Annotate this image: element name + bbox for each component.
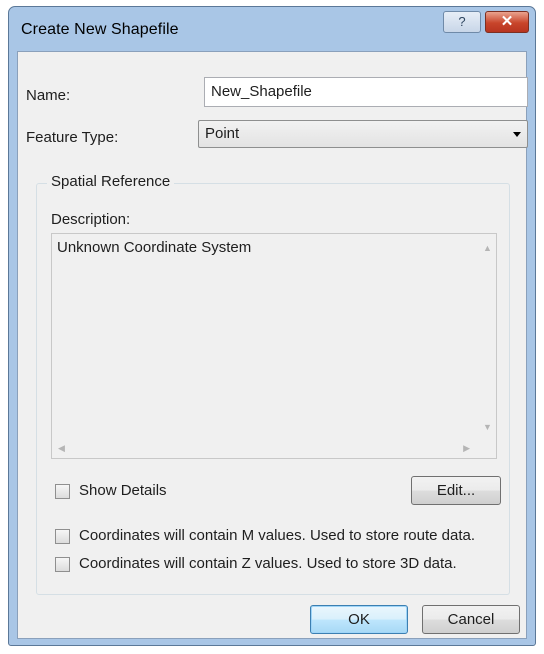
help-button[interactable]: ? bbox=[443, 11, 481, 33]
feature-type-select[interactable]: Point bbox=[198, 120, 528, 148]
spatial-reference-group-label: Spatial Reference bbox=[47, 173, 175, 190]
arrow-down-icon[interactable]: ▼ bbox=[483, 423, 492, 432]
vertical-scrollbar[interactable]: ▲ ▼ bbox=[476, 234, 496, 438]
z-values-checkbox[interactable] bbox=[55, 557, 70, 572]
spatial-reference-group: Spatial Reference Description: Unknown C… bbox=[36, 173, 510, 595]
chevron-down-icon bbox=[513, 132, 521, 137]
title-bar[interactable]: Create New Shapefile ? ✕ bbox=[9, 7, 535, 51]
z-values-label[interactable]: Coordinates will contain Z values. Used … bbox=[79, 555, 457, 572]
arrow-up-icon[interactable]: ▲ bbox=[483, 244, 492, 253]
m-values-checkbox[interactable] bbox=[55, 529, 70, 544]
help-icon: ? bbox=[458, 14, 466, 29]
feature-type-value: Point bbox=[205, 125, 240, 142]
m-values-label[interactable]: Coordinates will contain M values. Used … bbox=[79, 527, 475, 544]
show-details-checkbox[interactable] bbox=[55, 484, 70, 499]
cancel-button[interactable]: Cancel bbox=[422, 605, 520, 634]
edit-button[interactable]: Edit... bbox=[411, 476, 501, 505]
arrow-left-icon[interactable]: ◀ bbox=[58, 444, 65, 453]
close-icon: ✕ bbox=[500, 13, 514, 30]
name-label: Name: bbox=[26, 87, 71, 104]
horizontal-scrollbar[interactable]: ◀ ▶ bbox=[52, 438, 476, 458]
description-label: Description: bbox=[51, 211, 131, 228]
feature-type-label: Feature Type: bbox=[26, 129, 119, 146]
arrow-right-icon[interactable]: ▶ bbox=[463, 444, 470, 453]
description-text: Unknown Coordinate System bbox=[57, 239, 252, 256]
ok-button[interactable]: OK bbox=[310, 605, 408, 634]
dialog-body: Name: New_Shapefile Feature Type: Point … bbox=[17, 51, 528, 639]
close-button[interactable]: ✕ bbox=[485, 11, 529, 33]
name-input[interactable]: New_Shapefile bbox=[204, 77, 528, 107]
dialog-title: Create New Shapefile bbox=[21, 21, 179, 38]
show-details-label[interactable]: Show Details bbox=[79, 482, 167, 499]
description-textbox[interactable]: Unknown Coordinate System ▲ ▼ ◀ ▶ bbox=[51, 233, 497, 459]
create-new-shapefile-dialog: Create New Shapefile ? ✕ Name: New_Shape… bbox=[8, 6, 536, 646]
